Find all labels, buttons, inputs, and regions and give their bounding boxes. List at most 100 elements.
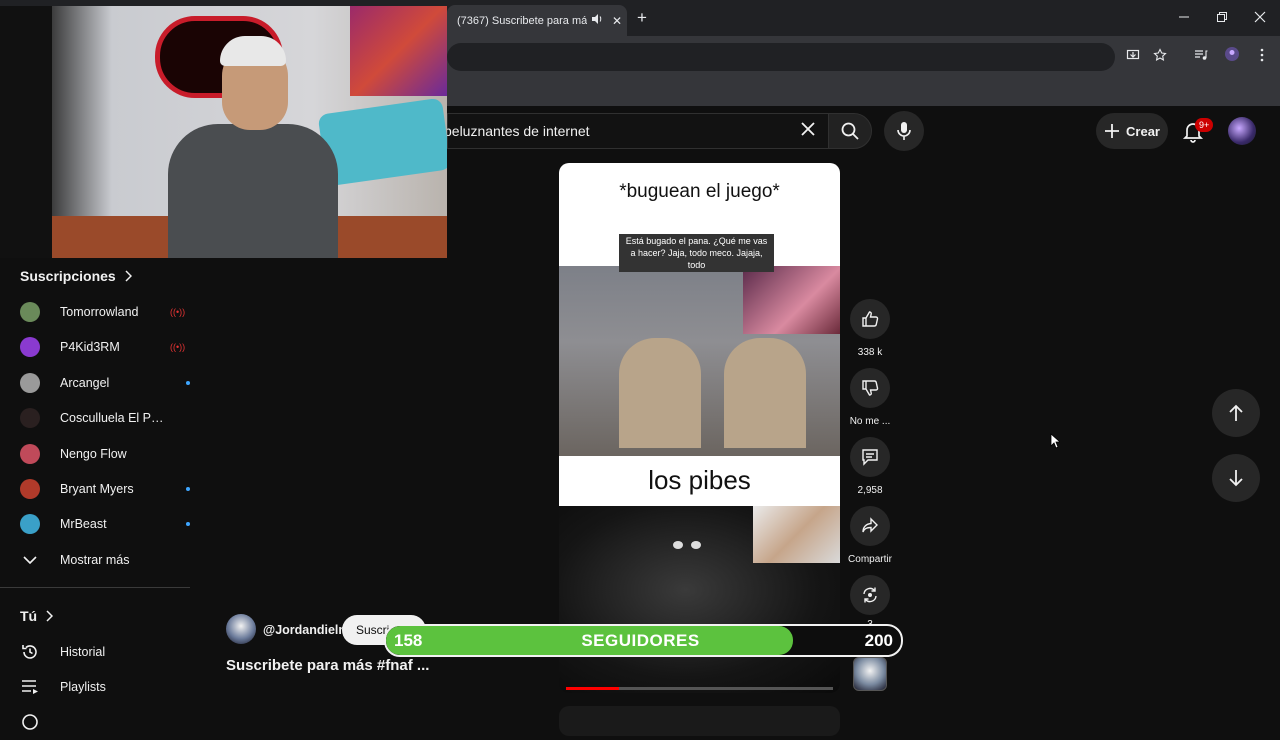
speaker-icon[interactable] — [587, 13, 607, 28]
omnibox[interactable] — [447, 43, 1115, 71]
video-title[interactable]: Suscribete para más #fnaf ... — [226, 657, 429, 674]
sidebar-item-nengo-flow[interactable]: Nengo Flow — [0, 436, 190, 472]
channel-name: MrBeast — [60, 517, 107, 531]
minimize-icon[interactable] — [1174, 8, 1194, 28]
new-tab-button[interactable]: + — [632, 8, 652, 28]
sidebar-item-playlists[interactable]: Playlists — [0, 669, 190, 705]
install-app-icon[interactable] — [1122, 46, 1144, 68]
sidebar: Suscripciones Tomorrowland ((•)) P4Kid3R… — [0, 258, 190, 730]
sidebar-item-tomorrowland[interactable]: Tomorrowland ((•)) — [0, 294, 190, 330]
bookmark-star-icon[interactable] — [1149, 46, 1171, 68]
share-icon — [862, 517, 878, 533]
previous-short-button[interactable] — [1212, 389, 1260, 437]
short-video-player[interactable]: *buguean el juego* Está bugado el pana. … — [559, 163, 840, 693]
channel-avatar — [20, 302, 40, 322]
create-label: Crear — [1126, 123, 1160, 139]
thumbs-down-icon — [862, 380, 879, 396]
remix-action[interactable]: 3 — [845, 575, 895, 630]
plus-icon — [1105, 124, 1120, 138]
share-action[interactable]: Compartir — [845, 506, 895, 565]
search-button[interactable] — [828, 113, 872, 149]
follower-goal-target: 200 — [864, 631, 893, 650]
sidebar-item-bryant-myers[interactable]: Bryant Myers — [0, 471, 190, 507]
share-button[interactable] — [850, 506, 890, 546]
live-icon: ((•)) — [170, 307, 186, 317]
like-button[interactable] — [850, 299, 890, 339]
profile-icon[interactable] — [1221, 46, 1243, 68]
history-icon — [20, 642, 40, 662]
you-label: Tú — [20, 608, 38, 624]
video-reaction-inset — [753, 506, 840, 563]
notification-count-badge: 9+ — [1195, 118, 1214, 132]
channel-thumbnail[interactable] — [853, 657, 887, 691]
channel-avatar — [20, 444, 40, 464]
more-vert-icon[interactable] — [1251, 46, 1273, 68]
channel-name: Nengo Flow — [60, 447, 127, 461]
live-icon: ((•)) — [170, 342, 186, 352]
sidebar-item-arcangel[interactable]: Arcangel — [0, 365, 190, 401]
follower-goal-label: SEGUIDORES — [581, 631, 700, 650]
sidebar-item-history[interactable]: Historial — [0, 634, 190, 670]
channel-avatar — [20, 514, 40, 534]
create-button[interactable]: Crear — [1096, 113, 1168, 149]
like-action[interactable]: 338 k — [845, 299, 895, 358]
follower-goal-bar: 158 SEGUIDORES 200 — [384, 624, 903, 657]
voice-search-button[interactable] — [884, 111, 924, 151]
you-header[interactable]: Tú — [20, 608, 54, 624]
channel-name: P4Kid3RM — [60, 340, 120, 354]
channel-name: Arcangel — [60, 376, 110, 390]
subscriptions-label: Suscripciones — [20, 268, 116, 284]
video-progress-bar[interactable] — [566, 687, 833, 690]
video-bed-headboard-left — [619, 338, 701, 448]
search-input[interactable]: peluznantes de internet — [444, 123, 590, 139]
sidebar-divider — [0, 587, 190, 588]
playlist-icon — [20, 677, 40, 697]
restore-icon[interactable] — [1212, 8, 1232, 28]
arrow-up-icon — [1229, 404, 1243, 421]
streamer-webcam — [0, 6, 447, 258]
dislike-button[interactable] — [850, 368, 890, 408]
dislike-action[interactable]: No me ... — [845, 368, 895, 427]
video-subtitle: Está bugado el pana. ¿Qué me vas a hacer… — [619, 234, 774, 272]
video-glowing-eye — [691, 541, 701, 549]
next-short-preview[interactable] — [559, 706, 840, 736]
close-window-icon[interactable] — [1250, 8, 1270, 28]
sidebar-item-p4kid3rm[interactable]: P4Kid3RM ((•)) — [0, 329, 190, 365]
channel-avatar — [20, 479, 40, 499]
video-glowing-eye — [673, 541, 683, 549]
channel-handle[interactable]: @Jordandieln — [263, 623, 346, 637]
show-more-label: Mostrar más — [60, 553, 130, 567]
new-content-dot — [186, 522, 190, 526]
show-more-button[interactable]: Mostrar más — [0, 542, 190, 578]
video-progress-fill — [566, 687, 620, 690]
clock-icon — [20, 712, 40, 732]
arrow-down-icon — [1229, 470, 1243, 487]
sidebar-item-cosculluela[interactable]: Cosculluela El Prin... — [0, 400, 190, 436]
new-content-dot — [186, 381, 190, 385]
clear-search-icon[interactable] — [796, 119, 820, 143]
remix-button[interactable] — [850, 575, 890, 615]
subscriptions-header[interactable]: Suscripciones — [20, 268, 132, 284]
tab-close-icon[interactable]: ✕ — [607, 14, 627, 28]
account-avatar[interactable] — [1228, 117, 1256, 145]
comments-button[interactable] — [850, 437, 890, 477]
comment-icon — [862, 449, 878, 466]
next-short-button[interactable] — [1212, 454, 1260, 502]
comments-action[interactable]: 2,958 — [845, 437, 895, 496]
sidebar-item-mrbeast[interactable]: MrBeast — [0, 506, 190, 542]
browser-tab[interactable]: (7367) Suscribete para más ✕ — [447, 5, 627, 36]
chevron-right-icon — [125, 270, 132, 282]
playlists-label: Playlists — [60, 680, 106, 694]
sidebar-item-partial[interactable] — [0, 704, 190, 740]
microphone-icon — [897, 122, 911, 140]
video-top-caption: *buguean el juego* — [619, 181, 780, 202]
media-controls-icon[interactable] — [1190, 46, 1212, 68]
thumbs-up-icon — [862, 311, 879, 327]
share-label: Compartir — [848, 554, 892, 565]
channel-avatar[interactable] — [226, 614, 256, 644]
tab-title: (7367) Suscribete para más — [457, 14, 587, 27]
chevron-down-icon — [20, 550, 40, 570]
like-count: 338 k — [857, 347, 883, 358]
mouse-cursor-icon — [1050, 433, 1060, 449]
channel-name: Tomorrowland — [60, 305, 139, 319]
